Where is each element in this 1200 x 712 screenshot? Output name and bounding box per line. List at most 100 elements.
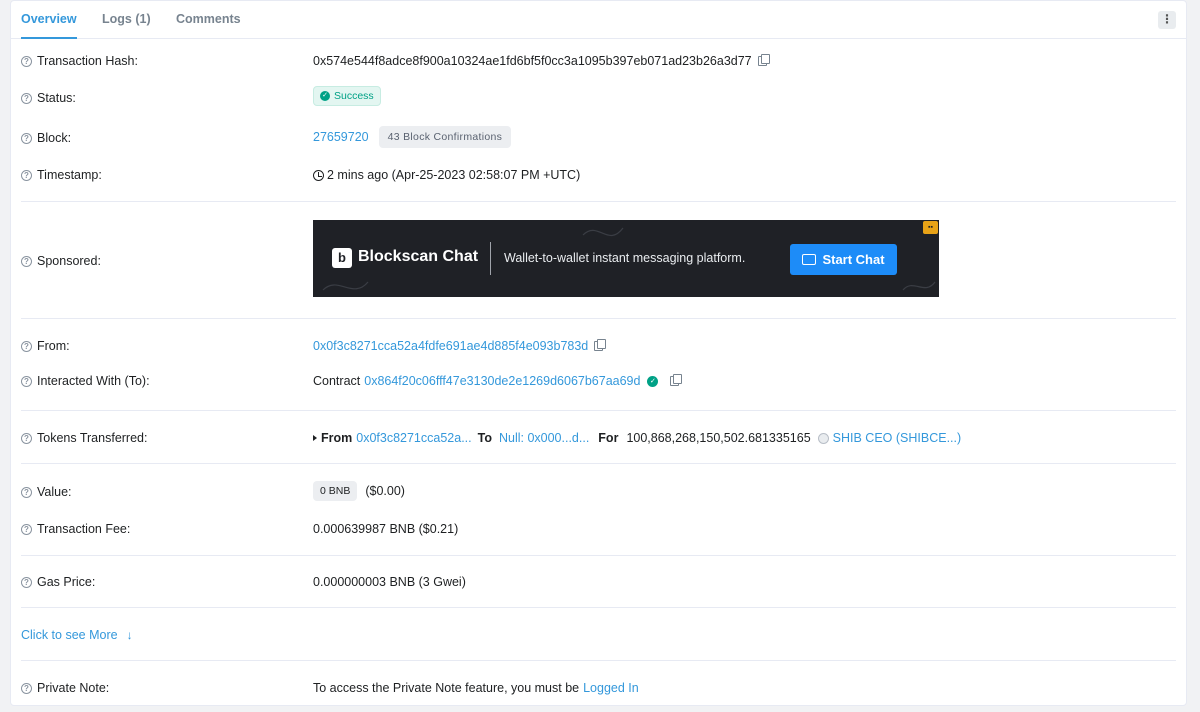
timestamp-label: ? Timestamp: (21, 168, 102, 182)
question-icon: ? (21, 55, 32, 67)
status-label: ? Status: (21, 91, 76, 105)
status-text: Success (334, 90, 374, 102)
from-label: ? From: (21, 339, 70, 353)
question-icon: ? (21, 486, 32, 498)
timestamp-text: 2 mins ago (Apr-25-2023 02:58:07 PM +UTC… (327, 168, 581, 182)
gas-label-text: Gas Price: (37, 575, 96, 589)
value-usd: ($0.00) (365, 484, 405, 498)
question-icon: ? (21, 576, 32, 588)
arrow-down-icon: ↓ (126, 628, 133, 642)
sponsored-banner[interactable]: b Blockscan Chat Wallet-to-wallet instan… (313, 220, 939, 297)
block-number-link[interactable]: 27659720 (313, 130, 369, 144)
from-value: 0x0f3c8271cca52a4fdfe691ae4d885f4e093b78… (313, 339, 607, 353)
check-circle-icon: ✓ (320, 91, 330, 101)
block-label: ? Block: (21, 131, 71, 145)
ad-info-icon[interactable]: ▪▪ (923, 221, 938, 234)
to-label-text: Interacted With (To): (37, 374, 150, 388)
question-icon: ? (21, 682, 32, 694)
block-value: 27659720 43 Block Confirmations (313, 126, 512, 148)
private-note-label-text: Private Note: (37, 681, 110, 695)
gas-text: 0.000000003 BNB (3 Gwei) (313, 575, 466, 589)
private-note-label: ? Private Note: (21, 681, 109, 695)
verified-check-icon: ✓ (647, 375, 659, 387)
token-for-label: For (598, 431, 619, 445)
status-badge: ✓ Success (313, 86, 381, 106)
private-note-value: To access the Private Note feature, you … (313, 681, 639, 695)
token-name-link[interactable]: SHIB CEO (SHIBCE...) (833, 431, 962, 445)
start-chat-label: Start Chat (822, 252, 885, 267)
blockscan-logo-icon: b (332, 248, 352, 268)
copy-icon[interactable] (670, 374, 683, 386)
see-more-label[interactable]: Click to see More (21, 628, 118, 642)
tab-comments[interactable]: Comments (176, 1, 241, 39)
divider (21, 555, 1176, 556)
token-logo-icon (817, 432, 829, 444)
token-from-label: From (321, 431, 353, 445)
timestamp-value: 2 mins ago (Apr-25-2023 02:58:07 PM +UTC… (313, 168, 580, 182)
token-to-label: To (477, 431, 492, 445)
value-label: ? Value: (21, 485, 72, 499)
divider (21, 607, 1176, 608)
question-icon: ? (21, 255, 32, 267)
to-label: ? Interacted With (To): (21, 374, 150, 388)
fee-label: ? Transaction Fee: (21, 522, 130, 536)
divider (21, 463, 1176, 464)
divider (21, 660, 1176, 661)
fee-value: 0.000639987 BNB ($0.21) (313, 522, 458, 536)
divider (21, 410, 1176, 411)
start-chat-button[interactable]: Start Chat (790, 244, 897, 275)
tx-hash-text: 0x574e544f8adce8f900a10324ae1fd6bf5f0cc3… (313, 54, 752, 68)
copy-icon[interactable] (757, 54, 770, 66)
token-amount: 100,868,268,150,502.681335165 (626, 431, 811, 445)
block-label-text: Block: (37, 131, 72, 145)
to-value: Contract 0x864f20c06fff47e3130de2e1269d6… (313, 374, 683, 388)
value-label-text: Value: (37, 485, 72, 499)
question-icon: ? (21, 340, 32, 352)
gas-label: ? Gas Price: (21, 575, 95, 589)
divider (21, 201, 1176, 202)
banner-separator (490, 242, 491, 275)
tx-hash-value: 0x574e544f8adce8f900a10324ae1fd6bf5f0cc3… (313, 54, 770, 68)
see-more-link[interactable]: Click to see More ↓ (21, 628, 133, 642)
gas-value: 0.000000003 BNB (3 Gwei) (313, 575, 466, 589)
tx-hash-label: ? Transaction Hash: (21, 54, 138, 68)
tokens-label: ? Tokens Transferred: (21, 431, 147, 445)
question-icon: ? (21, 132, 32, 144)
value-value: 0 BNB ($0.00) (313, 481, 405, 501)
token-to-link[interactable]: Null: 0x000...d... (499, 431, 589, 445)
private-note-text: To access the Private Note feature, you … (313, 681, 580, 695)
more-options-button[interactable]: ⋮ (1158, 11, 1176, 29)
tab-logs[interactable]: Logs (1) (102, 1, 151, 39)
tab-overview[interactable]: Overview (21, 1, 77, 39)
fee-label-text: Transaction Fee: (37, 522, 131, 536)
token-transfer-row: From 0x0f3c8271cca52a... To Null: 0x000.… (313, 431, 961, 445)
question-icon: ? (21, 523, 32, 535)
tokens-label-text: Tokens Transferred: (37, 431, 148, 445)
timestamp-label-text: Timestamp: (37, 168, 102, 182)
logged-in-link[interactable]: Logged In (583, 681, 639, 695)
contract-address-link[interactable]: 0x864f20c06fff47e3130de2e1269d6067b67aa6… (364, 374, 640, 388)
contract-prefix: Contract (313, 374, 361, 388)
chat-icon (802, 254, 817, 265)
question-icon: ? (21, 375, 32, 387)
transaction-details-card: Overview Logs (1) Comments ⋮ ? Transacti… (10, 0, 1187, 706)
banner-tagline: Wallet-to-wallet instant messaging platf… (504, 251, 746, 265)
status-value: ✓ Success (313, 86, 381, 106)
sponsored-label-text: Sponsored: (37, 254, 101, 268)
from-label-text: From: (37, 339, 70, 353)
caret-right-icon[interactable] (313, 435, 317, 441)
value-amount-badge: 0 BNB (313, 481, 358, 501)
tab-bar: Overview Logs (1) Comments ⋮ (11, 1, 1186, 39)
question-icon: ? (21, 169, 32, 181)
banner-brand: Blockscan Chat (358, 248, 479, 265)
divider (21, 318, 1176, 319)
copy-icon[interactable] (594, 339, 607, 351)
token-from-link[interactable]: 0x0f3c8271cca52a... (356, 431, 471, 445)
status-label-text: Status: (37, 91, 76, 105)
tx-hash-label-text: Transaction Hash: (37, 54, 138, 68)
from-address-link[interactable]: 0x0f3c8271cca52a4fdfe691ae4d885f4e093b78… (313, 339, 588, 353)
block-confirmations-badge: 43 Block Confirmations (378, 126, 512, 148)
fee-text: 0.000639987 BNB ($0.21) (313, 522, 459, 536)
sponsored-label: ? Sponsored: (21, 254, 101, 268)
question-icon: ? (21, 432, 32, 444)
